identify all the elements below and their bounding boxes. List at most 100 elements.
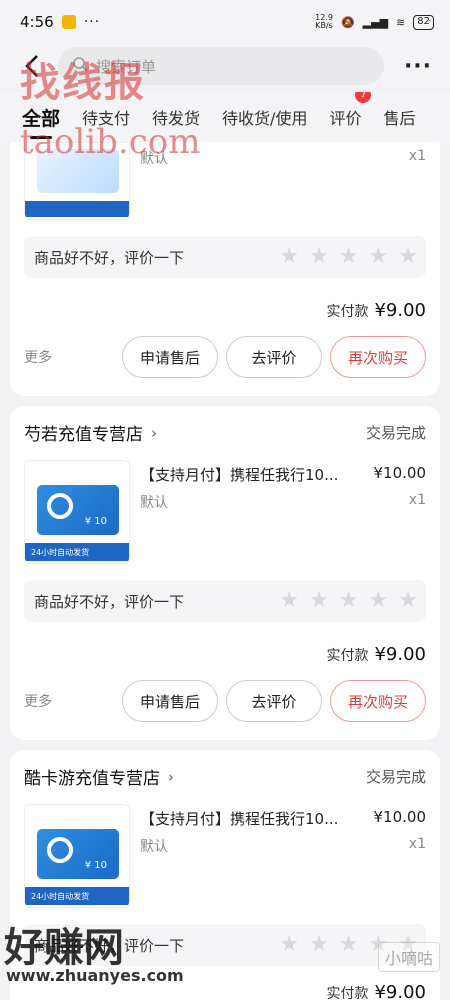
paid-amount: ¥9.00 — [374, 644, 426, 665]
order-status: 交易完成 — [365, 424, 426, 442]
more-link[interactable]: 更多 — [24, 691, 52, 711]
star-icon[interactable]: ★ — [369, 934, 389, 956]
product-thumbnail[interactable] — [24, 142, 130, 220]
thumb-banner — [25, 461, 129, 479]
order-tabs: 全部 待支付 待发货 待收货/使用 评价 7 售后 — [0, 92, 450, 142]
thumb-amount: ¥ 10 — [84, 516, 107, 527]
tab-review[interactable]: 评价 7 — [329, 92, 372, 129]
wifi-icon: ≋ — [396, 15, 406, 29]
product-spec: 默认 — [140, 151, 168, 167]
status-icons: 12.9 KB/s 🔕 ▂▄▆ ≋ 82 — [315, 14, 434, 30]
tab-after-sales[interactable]: 售后 — [383, 105, 415, 129]
order-card: 默认 x1 商品好不好，评价一下 ★ ★ ★ ★ ★ 实付款 ¥9.00 更多 … — [10, 142, 440, 396]
paid-row: 实付款 ¥9.00 — [326, 982, 426, 1000]
tab-review-label: 评价 — [329, 109, 362, 128]
product-spec: 默认 — [140, 495, 168, 511]
network-speed: 12.9 KB/s — [315, 14, 333, 30]
app-notification-icon — [61, 15, 76, 29]
shop-name: 芍若充值专营店 — [24, 425, 143, 445]
header: 搜索订单 ··· — [0, 44, 450, 88]
network-speed-unit: KB/s — [315, 21, 333, 30]
buy-again-button[interactable]: 再次购买 — [330, 336, 426, 378]
paid-row: 实付款 ¥9.00 — [326, 644, 426, 665]
paid-label: 实付款 — [326, 648, 369, 664]
review-prompt[interactable]: 商品好不好，评价一下 ★ ★ ★ ★ ★ — [24, 580, 426, 622]
order-status: 交易完成 — [365, 768, 426, 786]
product-thumbnail[interactable]: ¥ 10 24小时自动发货 — [24, 804, 130, 908]
review-count-badge: 7 — [355, 92, 372, 103]
review-button[interactable]: 去评价 — [226, 680, 322, 722]
star-icon[interactable]: ★ — [339, 246, 359, 268]
rating-stars: ★ ★ ★ ★ ★ — [279, 246, 418, 268]
thumb-footer: 24小时自动发货 — [25, 543, 129, 561]
star-icon[interactable]: ★ — [279, 246, 299, 268]
paid-row: 实付款 ¥9.00 — [326, 300, 426, 321]
more-link[interactable]: 更多 — [24, 347, 52, 367]
mute-icon: 🔕 — [340, 15, 355, 29]
gift-card-image: ¥ 10 — [37, 485, 119, 535]
star-icon[interactable]: ★ — [398, 934, 418, 956]
product-title[interactable]: 【支持月付】携程任我行10... — [140, 464, 360, 485]
buy-again-button[interactable]: 再次购买 — [330, 680, 426, 722]
review-prompt-text: 商品好不好，评价一下 — [34, 592, 185, 611]
rating-stars: ★ ★ ★ ★ ★ — [279, 934, 418, 956]
chevron-right-icon: › — [151, 423, 157, 442]
thumb-banner — [25, 805, 129, 823]
tab-pending-receipt[interactable]: 待收货/使用 — [222, 105, 307, 129]
product-title[interactable]: 【支持月付】携程任我行10... — [140, 808, 360, 829]
tab-pending-payment[interactable]: 待支付 — [82, 105, 130, 129]
review-prompt[interactable]: 商品好不好，评价一下 ★ ★ ★ ★ ★ — [24, 924, 426, 966]
status-time: 4:56 — [20, 13, 54, 31]
review-prompt-text: 商品好不好，评价一下 — [34, 248, 185, 267]
action-row: 更多 申请售后 去评价 再次购买 — [24, 336, 426, 378]
more-menu-icon[interactable]: ··· — [398, 54, 438, 79]
review-prompt[interactable]: 商品好不好，评价一下 ★ ★ ★ ★ ★ — [24, 236, 426, 278]
star-icon[interactable]: ★ — [279, 590, 299, 612]
order-card: 酷卡游充值专营店 › 交易完成 ¥ 10 24小时自动发货 【支持月付】携程任我… — [10, 750, 440, 1000]
shop-name: 酷卡游充值专营店 — [24, 769, 160, 789]
apply-after-sales-button[interactable]: 申请售后 — [122, 680, 218, 722]
back-icon[interactable] — [12, 46, 52, 86]
paid-amount: ¥9.00 — [374, 300, 426, 321]
shop-row[interactable]: 酷卡游充值专营店 › 交易完成 — [24, 764, 426, 790]
star-icon[interactable]: ★ — [339, 934, 359, 956]
product-quantity: x1 — [408, 492, 426, 508]
paid-label: 实付款 — [326, 304, 369, 320]
search-input[interactable]: 搜索订单 — [58, 47, 384, 85]
star-icon[interactable]: ★ — [398, 246, 418, 268]
paid-label: 实付款 — [326, 986, 369, 1000]
star-icon[interactable]: ★ — [309, 246, 329, 268]
star-icon[interactable]: ★ — [369, 246, 389, 268]
star-icon[interactable]: ★ — [339, 590, 359, 612]
action-row: 更多 申请售后 去评价 再次购买 — [24, 680, 426, 722]
star-icon[interactable]: ★ — [309, 590, 329, 612]
tab-pending-shipment[interactable]: 待发货 — [152, 105, 200, 129]
product-price: ¥10.00 — [373, 808, 427, 826]
shop-row[interactable]: 芍若充值专营店 › 交易完成 — [24, 420, 426, 446]
star-icon[interactable]: ★ — [369, 590, 389, 612]
thumb-footer: 24小时自动发货 — [25, 887, 129, 905]
gift-card-image: ¥ 10 — [37, 829, 119, 879]
order-card: 芍若充值专营店 › 交易完成 ¥ 10 24小时自动发货 【支持月付】携程任我行… — [10, 406, 440, 740]
star-icon[interactable]: ★ — [279, 934, 299, 956]
product-quantity: x1 — [408, 836, 426, 852]
product-quantity: x1 — [408, 148, 426, 164]
battery-icon: 82 — [413, 14, 434, 30]
apply-after-sales-button[interactable]: 申请售后 — [122, 336, 218, 378]
thumb-amount: ¥ 10 — [84, 860, 107, 871]
review-button[interactable]: 去评价 — [226, 336, 322, 378]
signal-icon: ▂▄▆ — [362, 15, 389, 29]
product-price: ¥10.00 — [373, 464, 427, 482]
star-icon[interactable]: ★ — [398, 590, 418, 612]
product-thumbnail[interactable]: ¥ 10 24小时自动发货 — [24, 460, 130, 564]
search-icon — [72, 56, 88, 76]
product-spec: 默认 — [140, 839, 168, 855]
chevron-right-icon: › — [168, 767, 174, 786]
rating-stars: ★ ★ ★ ★ ★ — [279, 590, 418, 612]
tab-all[interactable]: 全部 — [22, 104, 60, 139]
paid-amount: ¥9.00 — [374, 982, 426, 1000]
search-placeholder: 搜索订单 — [96, 57, 157, 76]
star-icon[interactable]: ★ — [309, 934, 329, 956]
status-bar: 4:56 ··· 12.9 KB/s 🔕 ▂▄▆ ≋ 82 — [0, 0, 450, 44]
more-notifications-icon: ··· — [83, 14, 101, 30]
